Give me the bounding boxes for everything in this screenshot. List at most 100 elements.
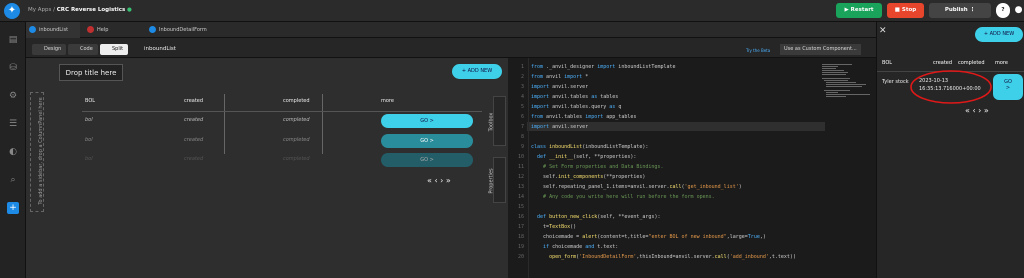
- code-line: def button_new_click(self, **event_args)…: [537, 214, 661, 220]
- restart-label: Restart: [850, 7, 874, 13]
- go-arrow-icon: >: [1005, 85, 1011, 91]
- line-number: 20: [517, 254, 524, 260]
- line-number: 17: [517, 224, 524, 230]
- add-new-button[interactable]: + ADD NEW: [452, 64, 502, 79]
- line-number: 18: [517, 234, 524, 240]
- restart-button[interactable]: ▶ Restart: [836, 3, 882, 18]
- breadcrumb-prefix[interactable]: My Apps /: [28, 7, 55, 13]
- line-number: 8: [520, 134, 524, 140]
- form-name: inboundList: [144, 46, 176, 52]
- form-icon: [149, 26, 156, 33]
- go-button[interactable]: GO >: [381, 114, 473, 128]
- line-number: 5: [520, 104, 524, 110]
- cell-bol: bol: [85, 137, 93, 143]
- header-more: more: [381, 98, 394, 104]
- designer-toolbar: Design Code Split inboundList Try the Be…: [26, 38, 876, 58]
- tab-label: inboundList: [39, 27, 69, 33]
- tab-inbounddetailform[interactable]: InboundDetailForm: [146, 22, 226, 38]
- app-title[interactable]: CRC Reverse Logistics: [57, 7, 126, 13]
- properties-label: Properties: [488, 168, 495, 194]
- drop-zone-label: To add a sidebar, drop a ColumnPanel her…: [38, 97, 44, 205]
- column-divider: [224, 94, 225, 154]
- preview-add-new-button[interactable]: + ADD NEW: [975, 27, 1023, 42]
- form-icon: [29, 26, 36, 33]
- toolbox-label: Toolbox: [488, 112, 495, 132]
- app-browser-icon[interactable]: ▤: [7, 34, 19, 46]
- stop-button[interactable]: ■ Stop: [887, 3, 924, 18]
- code-minimap[interactable]: [820, 62, 872, 102]
- line-number: 3: [520, 84, 524, 90]
- line-number: 10: [517, 154, 524, 160]
- pagination-controls[interactable]: « ‹ › »: [427, 176, 451, 185]
- settings-icon[interactable]: ⚙: [7, 90, 19, 102]
- code-line: self.init_components(**properties): [531, 174, 646, 180]
- more-icon[interactable]: ⋮: [970, 7, 976, 13]
- user-icon[interactable]: ●: [1013, 3, 1024, 18]
- theme-icon[interactable]: ◐: [7, 146, 19, 158]
- code-line: from anvil import *: [531, 74, 589, 80]
- code-line: # Set Form properties and Data Bindings.: [543, 164, 664, 170]
- stop-icon: ■: [894, 7, 900, 13]
- go-button[interactable]: GO >: [381, 134, 473, 148]
- tab-help[interactable]: Help: [84, 22, 142, 38]
- search-icon[interactable]: ⌕: [7, 174, 19, 186]
- properties-tab[interactable]: Properties: [489, 157, 506, 203]
- header-completed: completed: [283, 98, 310, 104]
- line-number: 9: [520, 144, 524, 150]
- gutter-divider: [528, 58, 529, 278]
- line-number: 15: [517, 204, 524, 210]
- column-divider: [322, 94, 323, 154]
- red-circle-annotation: [910, 70, 992, 104]
- help-button[interactable]: ?: [996, 3, 1010, 18]
- tab-label: InboundDetailForm: [159, 27, 207, 33]
- toolbox-tab[interactable]: Toolbox: [488, 96, 506, 146]
- stop-label: Stop: [901, 7, 917, 13]
- line-number: 7: [520, 124, 524, 130]
- code-line: t=TextBox(): [531, 224, 577, 230]
- line-number: 2: [520, 74, 524, 80]
- cell-completed: completed: [283, 137, 310, 143]
- check-circle-icon: ●: [127, 7, 132, 13]
- help-icon: [87, 26, 94, 33]
- code-line: from ._anvil_designer import inboundList…: [531, 64, 676, 70]
- split-mode-button[interactable]: Split: [100, 44, 129, 55]
- header-divider: [82, 111, 482, 112]
- preview-header-completed: completed: [958, 60, 985, 66]
- line-number: 16: [517, 214, 524, 220]
- title-drop-zone[interactable]: Drop title here: [59, 64, 123, 81]
- publish-button[interactable]: Publish ⋮: [929, 3, 991, 18]
- top-bar: ✦ My Apps / CRC Reverse Logistics ● ▶ Re…: [0, 0, 1024, 22]
- code-line: import anvil.server: [531, 84, 589, 90]
- code-mode-button[interactable]: Code: [68, 44, 98, 55]
- preview-pagination-controls[interactable]: « ‹ › »: [965, 106, 989, 115]
- go-button[interactable]: GO >: [381, 153, 473, 167]
- anvil-logo-icon[interactable]: ✦: [4, 3, 20, 19]
- sidebar-drop-zone[interactable]: To add a sidebar, drop a ColumnPanel her…: [30, 92, 44, 212]
- breadcrumb: My Apps / CRC Reverse Logistics ●: [28, 7, 132, 13]
- use-as-custom-component-button[interactable]: Use as Custom Component...: [780, 44, 861, 55]
- data-tables-icon[interactable]: ⛁: [7, 62, 19, 74]
- list-icon[interactable]: ☰: [7, 118, 19, 130]
- preview-go-button[interactable]: GO >: [993, 74, 1023, 100]
- tab-inboundlist[interactable]: inboundList: [26, 22, 80, 38]
- preview-cell-bol: Tyler stock: [882, 79, 909, 85]
- code-line: class inboundList(inboundListTemplate):: [531, 144, 649, 150]
- line-number: 13: [517, 184, 524, 190]
- code-label: Code: [80, 46, 93, 52]
- code-line: import anvil.tables as tables: [531, 94, 619, 100]
- cell-bol: bol: [85, 156, 93, 162]
- cell-created: created: [184, 117, 204, 123]
- preview-header-bol: BOL: [882, 60, 893, 66]
- preview-header-more: more: [995, 60, 1008, 66]
- try-beta-link[interactable]: Try the Beta: [746, 48, 770, 53]
- cell-bol: bol: [85, 117, 93, 123]
- cell-completed: completed: [283, 156, 310, 162]
- close-icon[interactable]: ✕: [879, 26, 887, 36]
- design-mode-button[interactable]: Design: [32, 44, 67, 55]
- code-line: import anvil.tables.query as q: [531, 104, 622, 110]
- add-icon[interactable]: +: [7, 202, 19, 214]
- code-line: # Any code you write here will run befor…: [543, 194, 715, 200]
- app-preview-panel: ✕ + ADD NEW BOL created completed more T…: [876, 22, 1024, 278]
- editor-tabs: inboundList Help InboundDetailForm: [26, 22, 876, 38]
- design-label: Design: [44, 46, 62, 52]
